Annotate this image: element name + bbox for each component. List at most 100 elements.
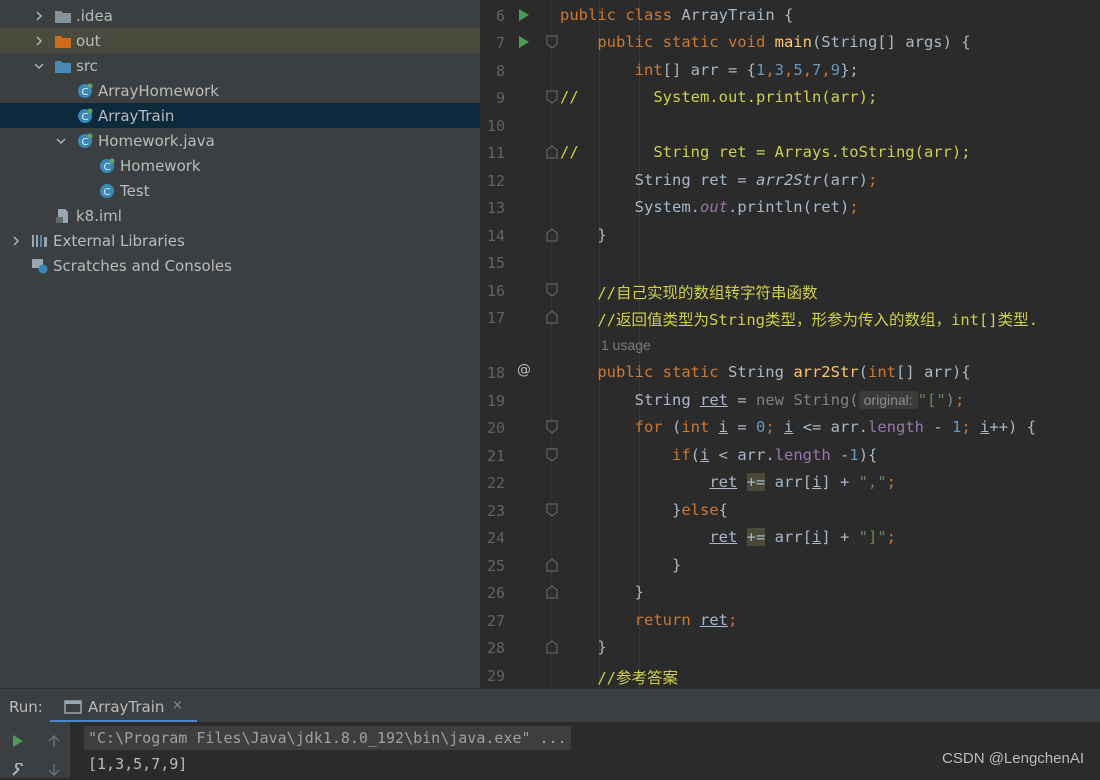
code-line: 7 public static void main(String[] args)… — [481, 29, 1100, 56]
code-token: , — [802, 61, 813, 79]
fold-icon[interactable] — [546, 558, 558, 572]
project-tool-window: .idea out src C ArrayHomework C ArrayTra… — [0, 0, 481, 688]
code-comment: //参考答案 — [597, 669, 678, 687]
tree-item-label: External Libraries — [53, 231, 185, 250]
code-line: 19 String ret = new String(original: "[")… — [481, 387, 1100, 414]
code-comment: //返回值类型为String类型，形参为传入的数组，int[]类型. — [597, 311, 1038, 329]
module-file-icon — [54, 208, 72, 224]
code-line: 14 } — [481, 222, 1100, 249]
code-token: i — [700, 446, 710, 464]
code-token: ++) { — [989, 418, 1037, 436]
run-console[interactable]: "C:\Program Files\Java\jdk1.8.0_192\bin\… — [0, 722, 1100, 778]
fold-icon[interactable] — [546, 283, 558, 297]
tree-item-idea[interactable]: .idea — [0, 3, 480, 28]
line-number: 10 — [486, 117, 505, 135]
fold-icon[interactable] — [546, 420, 558, 434]
chevron-right-icon[interactable] — [32, 9, 46, 23]
run-gutter-icon[interactable] — [517, 8, 531, 22]
code-token: ArrayTrain { — [681, 6, 794, 24]
line-number: 7 — [495, 34, 505, 52]
code-token: ret — [699, 391, 728, 409]
svg-text:C: C — [104, 162, 111, 173]
tree-item-homework[interactable]: C Homework — [0, 153, 480, 178]
usage-hint[interactable]: 1 usage — [601, 337, 651, 353]
code-line: 24 ret += arr[i] + "]"; — [481, 524, 1100, 551]
code-line: 20 for (int i = 0; i <= arr.length - 1; … — [481, 414, 1100, 441]
code-token: length — [868, 418, 925, 436]
chevron-down-icon[interactable] — [54, 134, 68, 148]
tree-item-test[interactable]: C Test — [0, 178, 480, 203]
code-token: <= arr. — [793, 418, 869, 436]
tree-item-label: ArrayTrain — [98, 106, 175, 125]
svg-text:C: C — [82, 87, 89, 98]
fold-icon[interactable] — [546, 585, 558, 599]
implementation-marker-icon[interactable]: @ — [517, 362, 531, 378]
code-token: "," — [858, 473, 887, 491]
tree-item-src[interactable]: src — [0, 53, 480, 78]
line-number: 16 — [486, 282, 505, 300]
code-token: 7 — [812, 61, 822, 79]
tree-item-out[interactable]: out — [0, 28, 480, 53]
tree-item-arrayhomework[interactable]: C ArrayHomework — [0, 78, 480, 103]
code-line: 26 } — [481, 579, 1100, 606]
code-comment: //自己实现的数组转字符串函数 — [597, 284, 818, 302]
code-token: arr2Str — [793, 363, 859, 381]
fold-icon[interactable] — [546, 145, 558, 159]
tree-item-label: .idea — [76, 6, 113, 25]
code-token: ] + — [821, 528, 859, 546]
code-line: 17 //返回值类型为String类型，形参为传入的数组，int[]类型. — [481, 304, 1100, 331]
fold-icon[interactable] — [546, 640, 558, 654]
run-gutter-icon[interactable] — [517, 35, 531, 49]
code-token: length — [774, 446, 831, 464]
line-number: 14 — [486, 227, 505, 245]
code-token: , — [765, 61, 775, 79]
arrow-up-icon[interactable] — [44, 731, 64, 751]
scratches-icon — [31, 258, 49, 274]
fold-icon[interactable] — [546, 310, 558, 324]
run-tab-label: ArrayTrain — [88, 698, 165, 716]
fold-icon[interactable] — [546, 90, 558, 104]
code-line: 29 //参考答案 — [481, 662, 1100, 688]
line-number: 6 — [495, 7, 505, 25]
fold-icon[interactable] — [546, 448, 558, 462]
code-token: ; — [849, 198, 859, 216]
code-token: "[" — [917, 391, 946, 409]
fold-icon[interactable] — [546, 503, 558, 517]
fold-icon[interactable] — [546, 35, 558, 49]
chevron-down-icon[interactable] — [32, 59, 46, 73]
chevron-right-icon[interactable] — [32, 34, 46, 48]
code-line: 10 — [481, 112, 1100, 139]
chevron-right-icon[interactable] — [9, 234, 23, 248]
close-icon[interactable]: × — [172, 698, 183, 713]
arrow-down-icon[interactable] — [44, 760, 64, 780]
tree-item-label: k8.iml — [76, 206, 122, 225]
code-token: += — [746, 473, 766, 491]
code-token: 3 — [774, 61, 785, 79]
tree-item-label: Scratches and Consoles — [53, 256, 232, 275]
code-token: i — [784, 418, 794, 436]
code-token: ( — [671, 418, 682, 436]
tree-item-homework-java[interactable]: C Homework.java — [0, 128, 480, 153]
code-token: ; — [727, 611, 738, 629]
run-tab-arraytrain[interactable]: ArrayTrain × — [50, 689, 197, 723]
rerun-icon[interactable] — [8, 731, 28, 751]
code-token: i — [812, 473, 822, 491]
wrench-icon[interactable] — [8, 760, 28, 780]
code-token: ; — [961, 418, 981, 436]
code-token: 5 — [793, 61, 803, 79]
tree-item-label: Test — [120, 181, 150, 200]
fold-icon[interactable] — [546, 228, 558, 242]
line-number: 29 — [486, 667, 505, 685]
code-editor[interactable]: 6 public class ArrayTrain { 7 public sta… — [481, 0, 1100, 688]
tree-item-external-libraries[interactable]: External Libraries — [0, 228, 480, 253]
code-token: }; — [840, 61, 859, 79]
code-token: .println(ret) — [727, 198, 850, 216]
tree-item-scratches[interactable]: Scratches and Consoles — [0, 253, 480, 278]
line-number: 13 — [486, 199, 505, 217]
tree-item-arraytrain[interactable]: C ArrayTrain — [0, 103, 480, 128]
code-token: public class — [560, 6, 682, 24]
tree-item-k8-iml[interactable]: k8.iml — [0, 203, 480, 228]
code-token: - — [830, 446, 850, 464]
